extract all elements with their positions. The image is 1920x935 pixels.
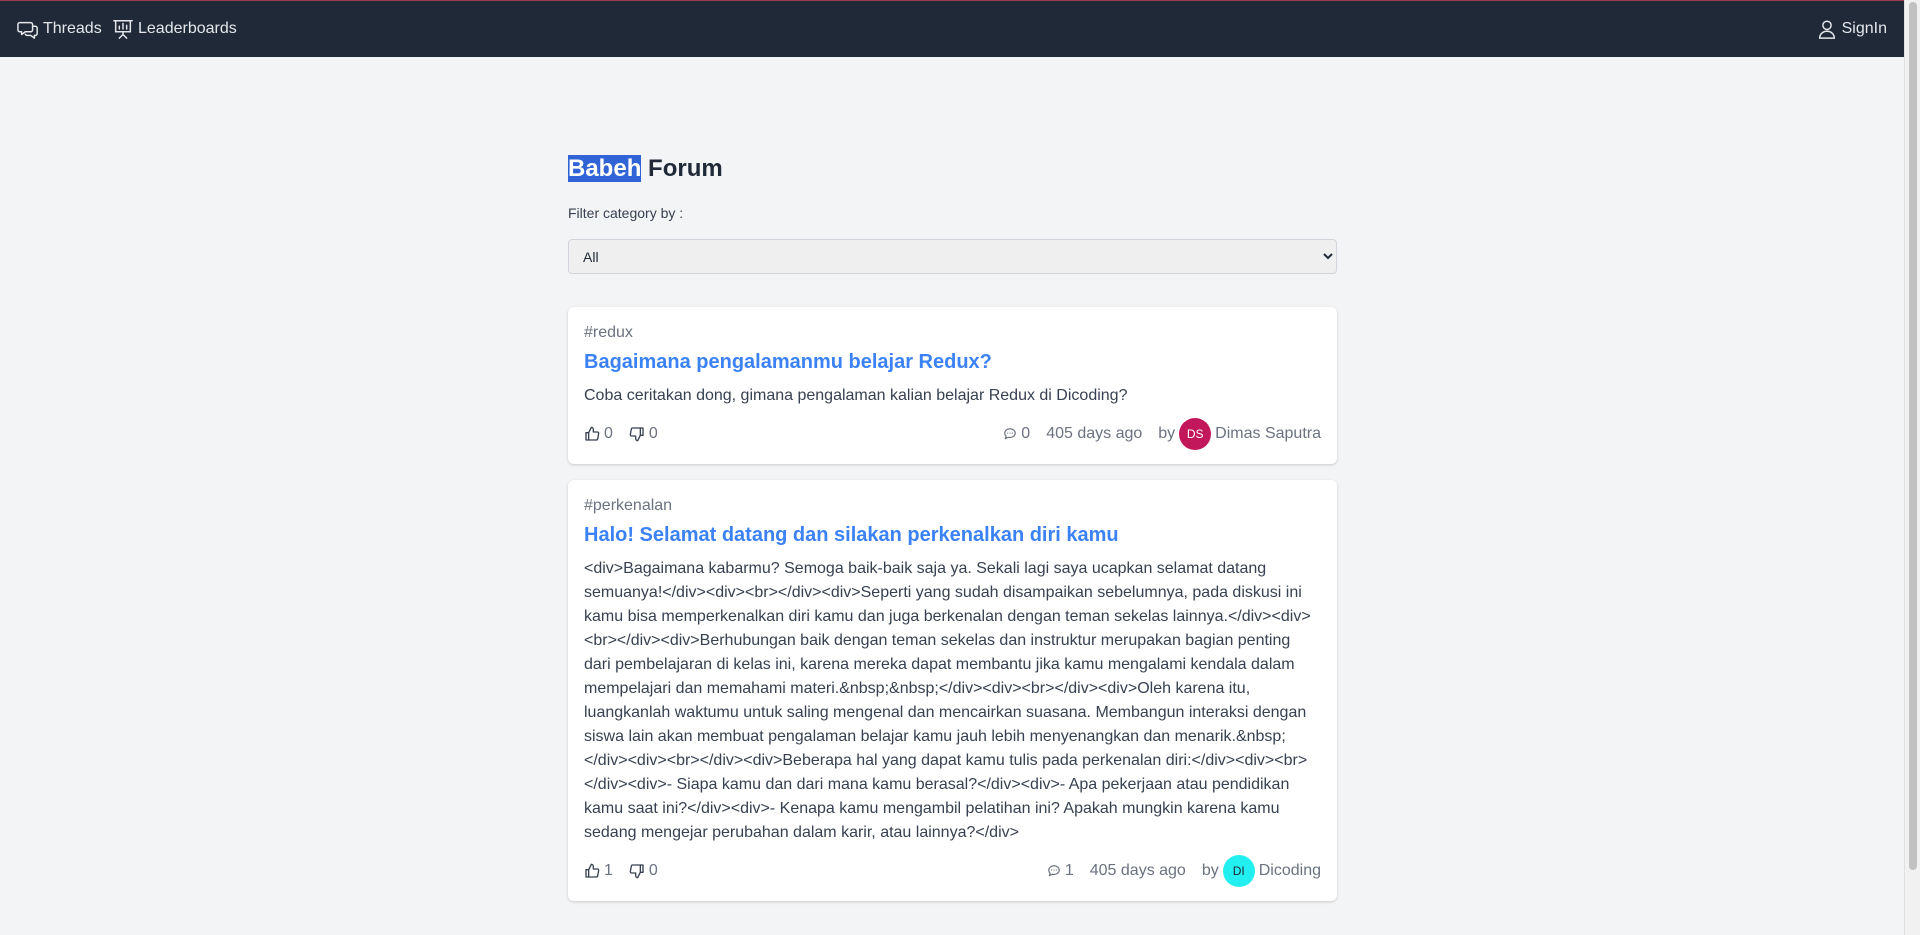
thread-meta: 0 0 0 405 days ago by DS Dimas Saputra [584, 418, 1321, 450]
thread-category: #perkenalan [584, 497, 673, 514]
thread-meta: 1 0 1 405 days ago by DI Dicoding [584, 855, 1321, 887]
thread-title-link[interactable]: Halo! Selamat datang dan silakan perkena… [584, 523, 1321, 547]
comment-count-value: 0 [1021, 425, 1031, 442]
avatar: DI [1222, 855, 1255, 887]
vote-group: 1 0 [584, 862, 674, 880]
page-title: Babeh Forum [568, 150, 1337, 188]
thread-info: 1 405 days ago by DI Dicoding [1047, 855, 1321, 887]
nav-leaderboards-link[interactable]: Leaderboards [112, 17, 237, 41]
thumbs-up-icon [585, 426, 600, 441]
downvote-button[interactable]: 0 [629, 425, 658, 443]
vote-group: 0 0 [584, 425, 674, 443]
comment-count: 0 [1003, 425, 1030, 443]
thread-info: 0 405 days ago by DS Dimas Saputra [1003, 418, 1321, 450]
scrollbar-thumb[interactable] [1909, 2, 1917, 870]
page-title-highlight: Babeh [568, 155, 642, 182]
user-icon [1818, 20, 1835, 39]
main-content: Babeh Forum Filter category by : All #re… [568, 150, 1337, 901]
thread-body: <div>Bagaimana kabarmu? Semoga baik-baik… [584, 560, 1311, 841]
upvote-button[interactable]: 1 [584, 862, 613, 880]
avatar: DS [1179, 418, 1212, 450]
comment-icon [1048, 865, 1060, 877]
by-label: by [1201, 862, 1219, 879]
nav-threads-link[interactable]: Threads [17, 17, 102, 41]
top-navbar: Threads Leaderboards SignIn [0, 0, 1904, 57]
thread-time: 405 days ago [1046, 425, 1143, 442]
upvote-count: 1 [604, 862, 613, 879]
upvote-count: 0 [604, 425, 613, 442]
thread-time: 405 days ago [1089, 862, 1186, 879]
thread-title-link[interactable]: Bagaimana pengalamanmu belajar Redux? [584, 350, 1321, 374]
nav-leaderboards-label: Leaderboards [138, 20, 237, 37]
page-scrollbar[interactable] [1904, 0, 1920, 935]
thread-category: #redux [584, 324, 633, 341]
downvote-button[interactable]: 0 [629, 862, 658, 880]
comment-count-value: 1 [1064, 862, 1074, 879]
thread-card: #perkenalan Halo! Selamat datang dan sil… [568, 480, 1337, 901]
author-name: Dicoding [1258, 862, 1321, 879]
thread-body: Coba ceritakan dong, gimana pengalaman k… [584, 387, 1128, 404]
thumbs-down-icon [629, 864, 644, 879]
nav-signin-link[interactable]: SignIn [1816, 17, 1887, 41]
filter-category-label: Filter category by : [568, 205, 684, 221]
downvote-count: 0 [648, 425, 658, 442]
thumbs-up-icon [585, 863, 600, 878]
comment-count: 1 [1047, 862, 1074, 880]
nav-signin-label: SignIn [1841, 20, 1887, 37]
by-label: by [1158, 425, 1176, 442]
comment-icon [1004, 428, 1017, 440]
category-filter-select[interactable]: All [568, 239, 1337, 274]
page-title-rest: Forum [641, 155, 723, 182]
nav-threads-label: Threads [43, 20, 102, 37]
presentation-chart-icon [113, 20, 133, 39]
thumbs-down-icon [629, 427, 644, 442]
chat-bubbles-icon [17, 21, 38, 39]
upvote-button[interactable]: 0 [584, 425, 613, 443]
downvote-count: 0 [648, 862, 658, 879]
thread-card: #redux Bagaimana pengalamanmu belajar Re… [568, 307, 1337, 464]
author-name: Dimas Saputra [1215, 425, 1321, 442]
